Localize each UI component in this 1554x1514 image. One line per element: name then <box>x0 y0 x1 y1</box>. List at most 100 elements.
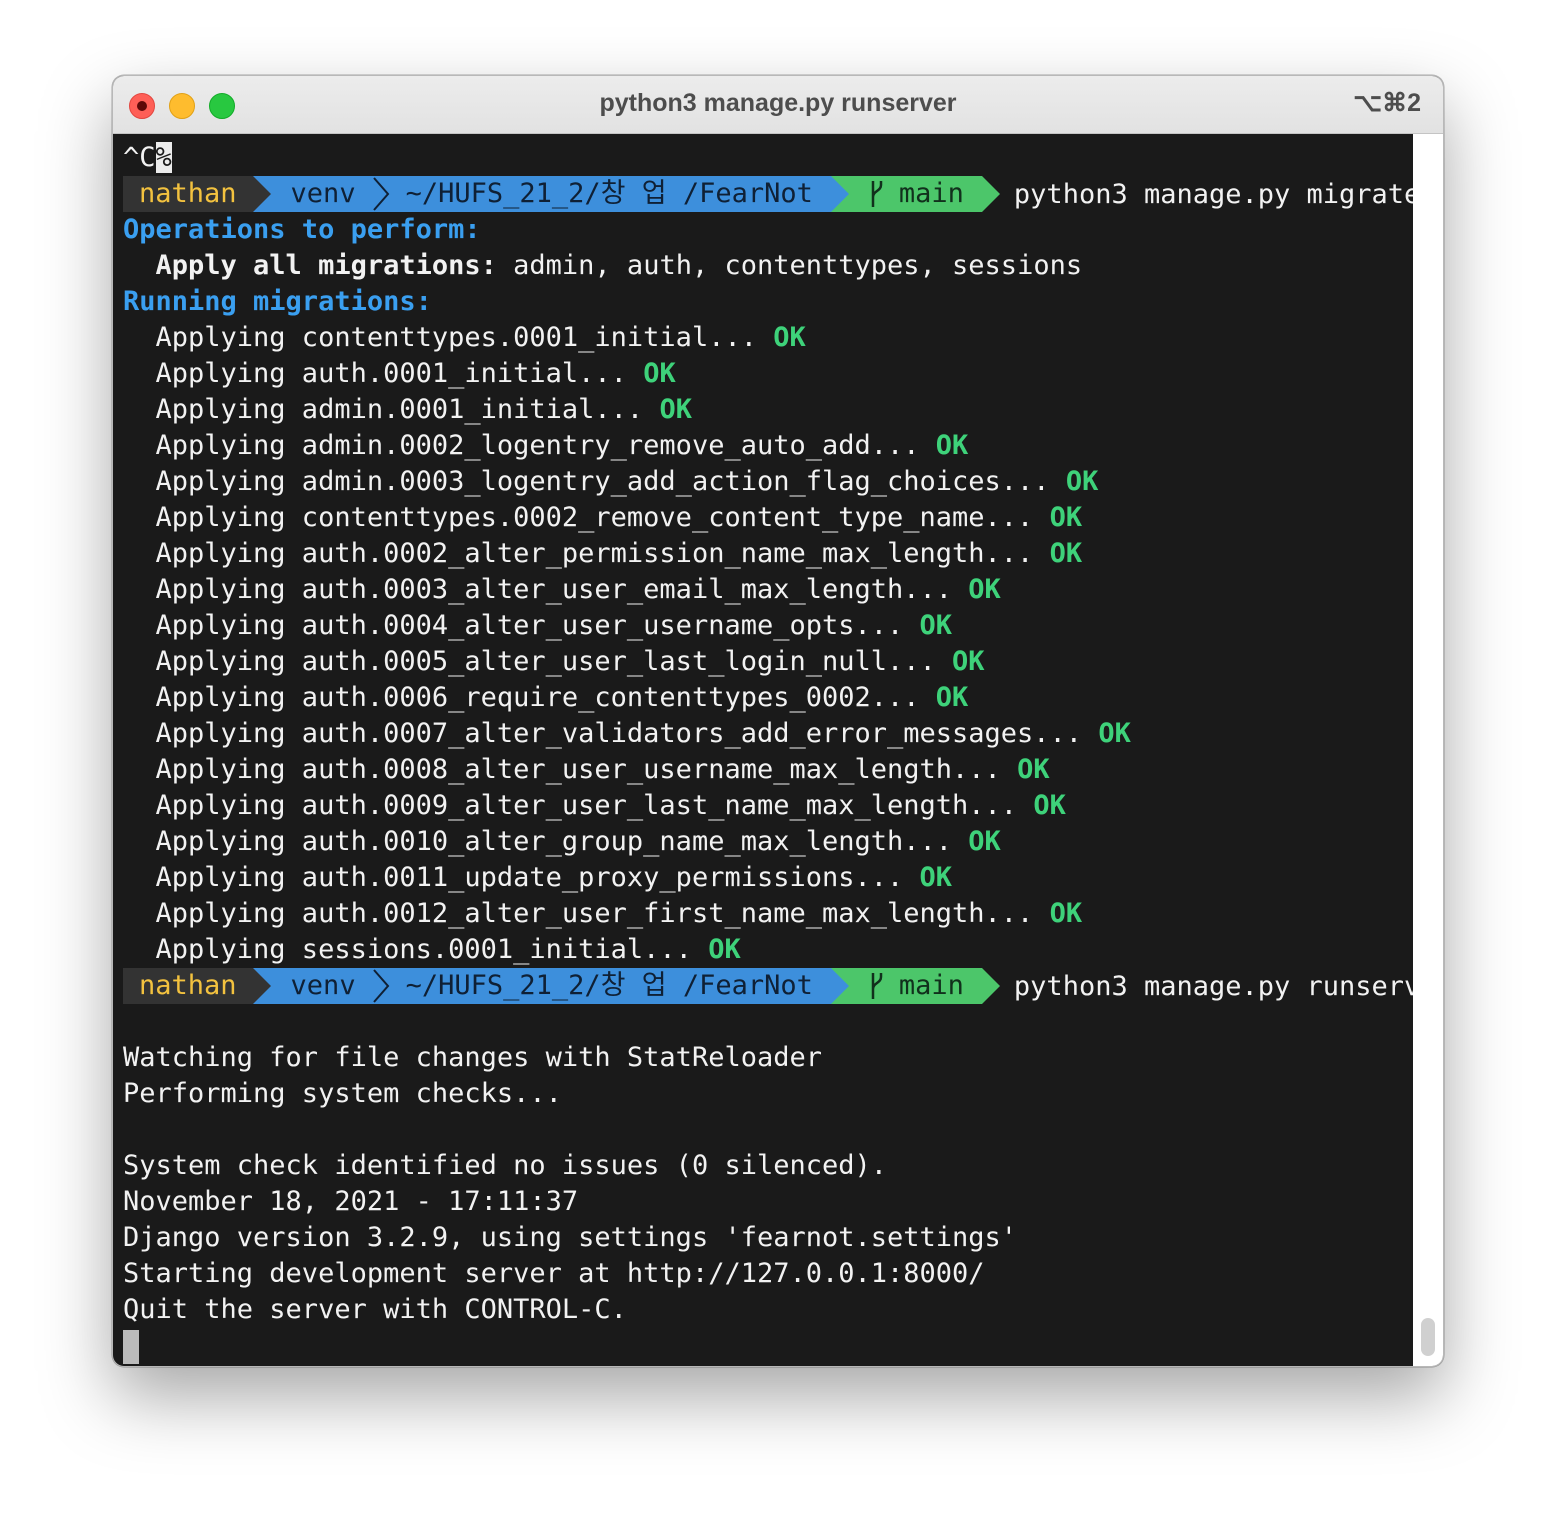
migration-line: Applying auth.0010_alter_group_name_max_… <box>123 824 1413 860</box>
migration-line: Applying auth.0003_alter_user_email_max_… <box>123 572 1413 608</box>
migration-status: OK <box>919 862 953 893</box>
prompt-user: nathan <box>123 176 253 212</box>
migration-text: Applying auth.0003_alter_user_email_max_… <box>123 574 953 605</box>
prompt-separator <box>252 176 271 212</box>
migration-status: OK <box>773 322 806 353</box>
migration-text: Applying auth.0010_alter_group_name_max_… <box>123 826 953 857</box>
migration-text: Applying auth.0004_alter_user_username_o… <box>123 610 904 641</box>
prompt-git: main <box>848 176 982 212</box>
migration-text: Applying admin.0003_logentry_add_action_… <box>123 466 1050 497</box>
git-branch-icon <box>871 973 883 999</box>
output-line: Watching for file changes with StatReloa… <box>123 1042 822 1073</box>
output-line: System check identified no issues (0 sil… <box>123 1150 888 1181</box>
migration-status: OK <box>968 574 1001 605</box>
migration-line: Applying admin.0001_initial... OK <box>123 392 1413 428</box>
migration-text: Applying sessions.0001_initial... <box>123 934 692 965</box>
terminal-content[interactable]: ^C% nathan venv ~/HUFS_21_2/창 업 /FearNot… <box>113 134 1443 1366</box>
migration-text: Applying admin.0001_initial... <box>123 394 644 425</box>
migration-status: OK <box>1049 502 1083 533</box>
apply-all-value: admin, auth, contenttypes, sessions <box>496 250 1083 281</box>
migration-line: Applying auth.0001_initial... OK <box>123 356 1413 392</box>
interrupt-text: ^C <box>123 142 156 173</box>
output-line: Performing system checks... <box>123 1078 562 1109</box>
migration-line: Applying auth.0008_alter_user_username_m… <box>123 752 1413 788</box>
window-title: python3 manage.py runserver <box>599 89 957 117</box>
migration-status: OK <box>1017 754 1050 785</box>
scrollbar-thumb[interactable] <box>1421 1318 1435 1356</box>
apply-all-line: Apply all migrations: admin, auth, conte… <box>123 248 1413 284</box>
migration-status: OK <box>1098 718 1131 749</box>
migration-line: Applying auth.0006_require_contenttypes_… <box>123 680 1413 716</box>
migration-line: Applying auth.0011_update_proxy_permissi… <box>123 860 1413 896</box>
prompt-separator <box>252 968 271 1004</box>
prompt-branch: main <box>898 970 964 1001</box>
prompt-separator <box>830 968 849 1004</box>
title-bar: python3 manage.py runserver ⌥⌘2 <box>113 76 1443 134</box>
output-line: Django version 3.2.9, using settings 'fe… <box>123 1222 1018 1253</box>
migration-status: OK <box>708 934 741 965</box>
chevron-right-icon <box>372 177 389 211</box>
migration-text: Applying auth.0011_update_proxy_permissi… <box>123 862 904 893</box>
prompt-path: ~/HUFS_21_2/창 업 /FearNot <box>391 176 831 212</box>
command-migrate: python3 manage.py migrate <box>1013 178 1421 210</box>
server-output: Watching for file changes with StatReloa… <box>123 1004 1413 1328</box>
migration-text: Applying auth.0009_alter_user_last_name_… <box>123 790 1018 821</box>
eol-mark: % <box>155 142 172 173</box>
migration-line: Applying auth.0002_alter_permission_name… <box>123 536 1413 572</box>
migration-status: OK <box>643 358 676 389</box>
migration-line: Applying sessions.0001_initial... OK <box>123 932 1413 968</box>
running-header: Running migrations: <box>123 286 432 317</box>
migration-line: Applying auth.0012_alter_user_first_name… <box>123 896 1413 932</box>
migration-status: OK <box>935 682 969 713</box>
migration-status: OK <box>1065 466 1099 497</box>
cursor-line <box>123 1328 1413 1364</box>
prompt-line-2: nathan venv ~/HUFS_21_2/창 업 /FearNot mai… <box>123 968 1443 1004</box>
migration-text: Applying contenttypes.0001_initial... <box>123 322 757 353</box>
migration-text: Applying auth.0008_alter_user_username_m… <box>123 754 1001 785</box>
migration-text: Applying auth.0012_alter_user_first_name… <box>123 898 1034 929</box>
terminal-window: python3 manage.py runserver ⌥⌘2 ^C% nath… <box>112 75 1444 1367</box>
prompt-separator <box>981 968 1000 1004</box>
output-line: November 18, 2021 - 17:11:37 <box>123 1186 579 1217</box>
migration-line: Applying auth.0004_alter_user_username_o… <box>123 608 1413 644</box>
prompt-line-1: nathan venv ~/HUFS_21_2/창 업 /FearNot mai… <box>123 176 1420 212</box>
prompt-path: ~/HUFS_21_2/창 업 /FearNot <box>391 968 831 1004</box>
prompt-venv: venv <box>270 176 370 212</box>
prompt-user: nathan <box>123 968 253 1004</box>
migration-status: OK <box>1049 538 1083 569</box>
prompt-thin-separator <box>369 176 392 212</box>
migration-line: Applying admin.0002_logentry_remove_auto… <box>123 428 1413 464</box>
output-line: Quit the server with CONTROL-C. <box>123 1294 627 1325</box>
prompt-git: main <box>848 968 982 1004</box>
migration-status: OK <box>919 610 953 641</box>
migration-line: Applying auth.0007_alter_validators_add_… <box>123 716 1413 752</box>
prompt-separator <box>830 176 849 212</box>
migration-status: OK <box>952 646 985 677</box>
migration-text: Applying auth.0007_alter_validators_add_… <box>123 718 1083 749</box>
migrations-list: Applying contenttypes.0001_initial... OK… <box>123 320 1413 968</box>
migration-status: OK <box>1033 790 1066 821</box>
migration-status: OK <box>935 430 969 461</box>
migration-text: Applying auth.0005_alter_user_last_login… <box>123 646 936 677</box>
output-line: Starting development server at http://12… <box>123 1258 985 1289</box>
migration-status: OK <box>968 826 1001 857</box>
prompt-thin-separator <box>369 968 392 1004</box>
interrupt-line: ^C% <box>123 140 1413 176</box>
migration-status: OK <box>1049 898 1083 929</box>
prompt-branch: main <box>898 178 964 209</box>
git-branch-icon <box>871 181 883 207</box>
tab-shortcut: ⌥⌘2 <box>1353 89 1421 117</box>
migration-line: Applying auth.0009_alter_user_last_name_… <box>123 788 1413 824</box>
operations-header: Operations to perform: <box>123 214 481 245</box>
migration-text: Applying auth.0001_initial... <box>123 358 627 389</box>
text-cursor <box>123 1329 139 1364</box>
migration-text: Applying auth.0006_require_contenttypes_… <box>123 682 920 713</box>
migration-line: Applying contenttypes.0002_remove_conten… <box>123 500 1413 536</box>
migration-text: Applying admin.0002_logentry_remove_auto… <box>123 430 920 461</box>
apply-all-label: Apply all migrations: <box>155 250 497 281</box>
migration-status: OK <box>659 394 692 425</box>
prompt-venv: venv <box>270 968 370 1004</box>
migration-text: Applying contenttypes.0002_remove_conten… <box>123 502 1034 533</box>
